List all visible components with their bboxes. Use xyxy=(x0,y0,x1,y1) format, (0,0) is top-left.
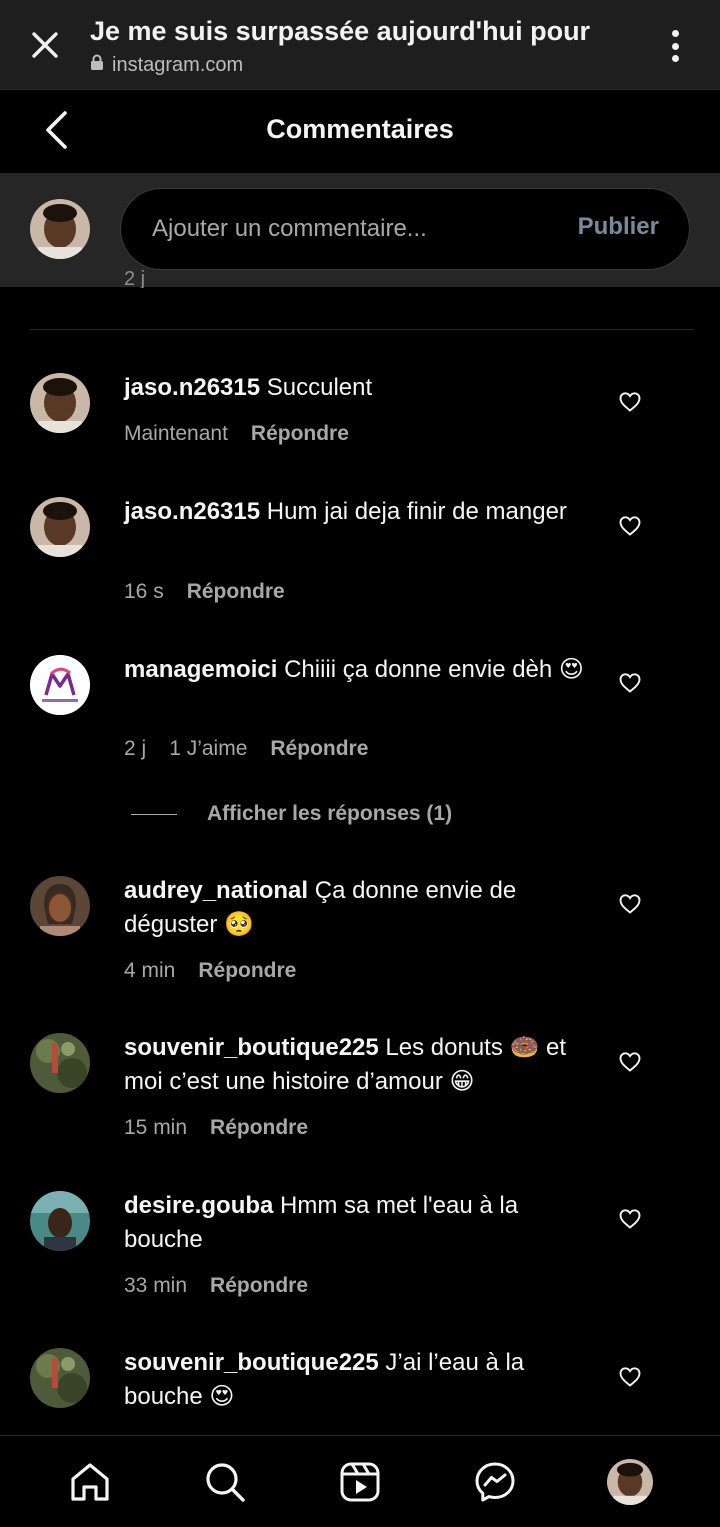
divider xyxy=(131,813,177,815)
comment-time: 4 min xyxy=(124,959,176,982)
home-icon[interactable] xyxy=(66,1458,114,1506)
comment-time: 33 min xyxy=(124,1274,188,1297)
comment-likes[interactable]: 1 J’aime xyxy=(169,737,247,761)
url-text: instagram.com xyxy=(112,54,244,76)
bottom-nav xyxy=(0,1435,720,1527)
heart-icon[interactable] xyxy=(618,1207,642,1231)
avatar[interactable] xyxy=(30,1191,90,1251)
reply-button[interactable]: Répondre xyxy=(198,959,296,983)
heart-icon[interactable] xyxy=(618,390,642,414)
heart-icon[interactable] xyxy=(618,1365,642,1389)
close-icon[interactable] xyxy=(24,24,66,66)
reply-button[interactable]: Répondre xyxy=(210,1116,308,1140)
heart-icon[interactable] xyxy=(618,671,642,695)
heart-icon[interactable] xyxy=(618,892,642,916)
comment-time: 15 min xyxy=(124,1116,188,1139)
reply-button[interactable]: Répondre xyxy=(187,580,285,604)
comment-time: 16 s xyxy=(124,580,164,603)
comment-time: Maintenant xyxy=(124,422,228,445)
partial-comment-meta: 2 j xyxy=(124,268,146,288)
avatar[interactable] xyxy=(30,655,90,715)
heart-icon[interactable] xyxy=(618,1050,642,1074)
publish-button[interactable]: Publier xyxy=(578,213,659,241)
page-title: Commentaires xyxy=(266,114,454,144)
profile-avatar[interactable] xyxy=(607,1459,653,1505)
browser-page-title: Je me suis surpassée aujourd'hui pour xyxy=(90,16,591,46)
comment-username[interactable]: souvenir_boutique225 xyxy=(124,1349,379,1376)
comment-text: Hum jai deja finir de manger xyxy=(266,498,567,525)
view-replies-button[interactable]: Afficher les réponses (1) xyxy=(131,802,452,826)
comment-composer: Publier xyxy=(0,173,720,287)
view-replies-label: Afficher les réponses (1) xyxy=(207,802,453,825)
reels-icon[interactable] xyxy=(336,1458,384,1506)
avatar[interactable] xyxy=(30,1348,90,1408)
browser-url: instagram.com xyxy=(90,54,243,77)
comment-text: Succulent xyxy=(266,374,373,401)
comment-field: Publier xyxy=(120,188,690,270)
avatar[interactable] xyxy=(30,1033,90,1093)
browser-toolbar: Je me suis surpassée aujourd'hui pour in… xyxy=(0,0,720,90)
comment-text: Chiiii ça donne envie dèh 😍 xyxy=(284,656,584,683)
avatar[interactable] xyxy=(30,199,90,259)
reply-button[interactable]: Répondre xyxy=(251,422,349,446)
search-icon[interactable] xyxy=(201,1458,249,1506)
avatar[interactable] xyxy=(30,497,90,557)
comment-username[interactable]: jaso.n26315 xyxy=(124,498,260,525)
lock-icon xyxy=(90,54,104,77)
comment-username[interactable]: souvenir_boutique225 xyxy=(124,1034,379,1061)
reply-button[interactable]: Répondre xyxy=(210,1274,308,1298)
comment-input[interactable] xyxy=(152,189,532,269)
comments-header: Commentaires xyxy=(0,90,720,173)
divider xyxy=(30,329,694,330)
avatar[interactable] xyxy=(30,876,90,936)
reply-button[interactable]: Répondre xyxy=(270,737,368,761)
avatar[interactable] xyxy=(30,373,90,433)
comment-username[interactable]: audrey_national xyxy=(124,877,308,904)
comment-username[interactable]: jaso.n26315 xyxy=(124,374,260,401)
comment-username[interactable]: managemoici xyxy=(124,656,277,683)
more-vertical-icon[interactable] xyxy=(660,26,690,66)
comment-time: 2 j xyxy=(124,737,147,760)
heart-icon[interactable] xyxy=(618,514,642,538)
comment-username[interactable]: desire.gouba xyxy=(124,1192,273,1219)
messenger-icon[interactable] xyxy=(471,1458,519,1506)
